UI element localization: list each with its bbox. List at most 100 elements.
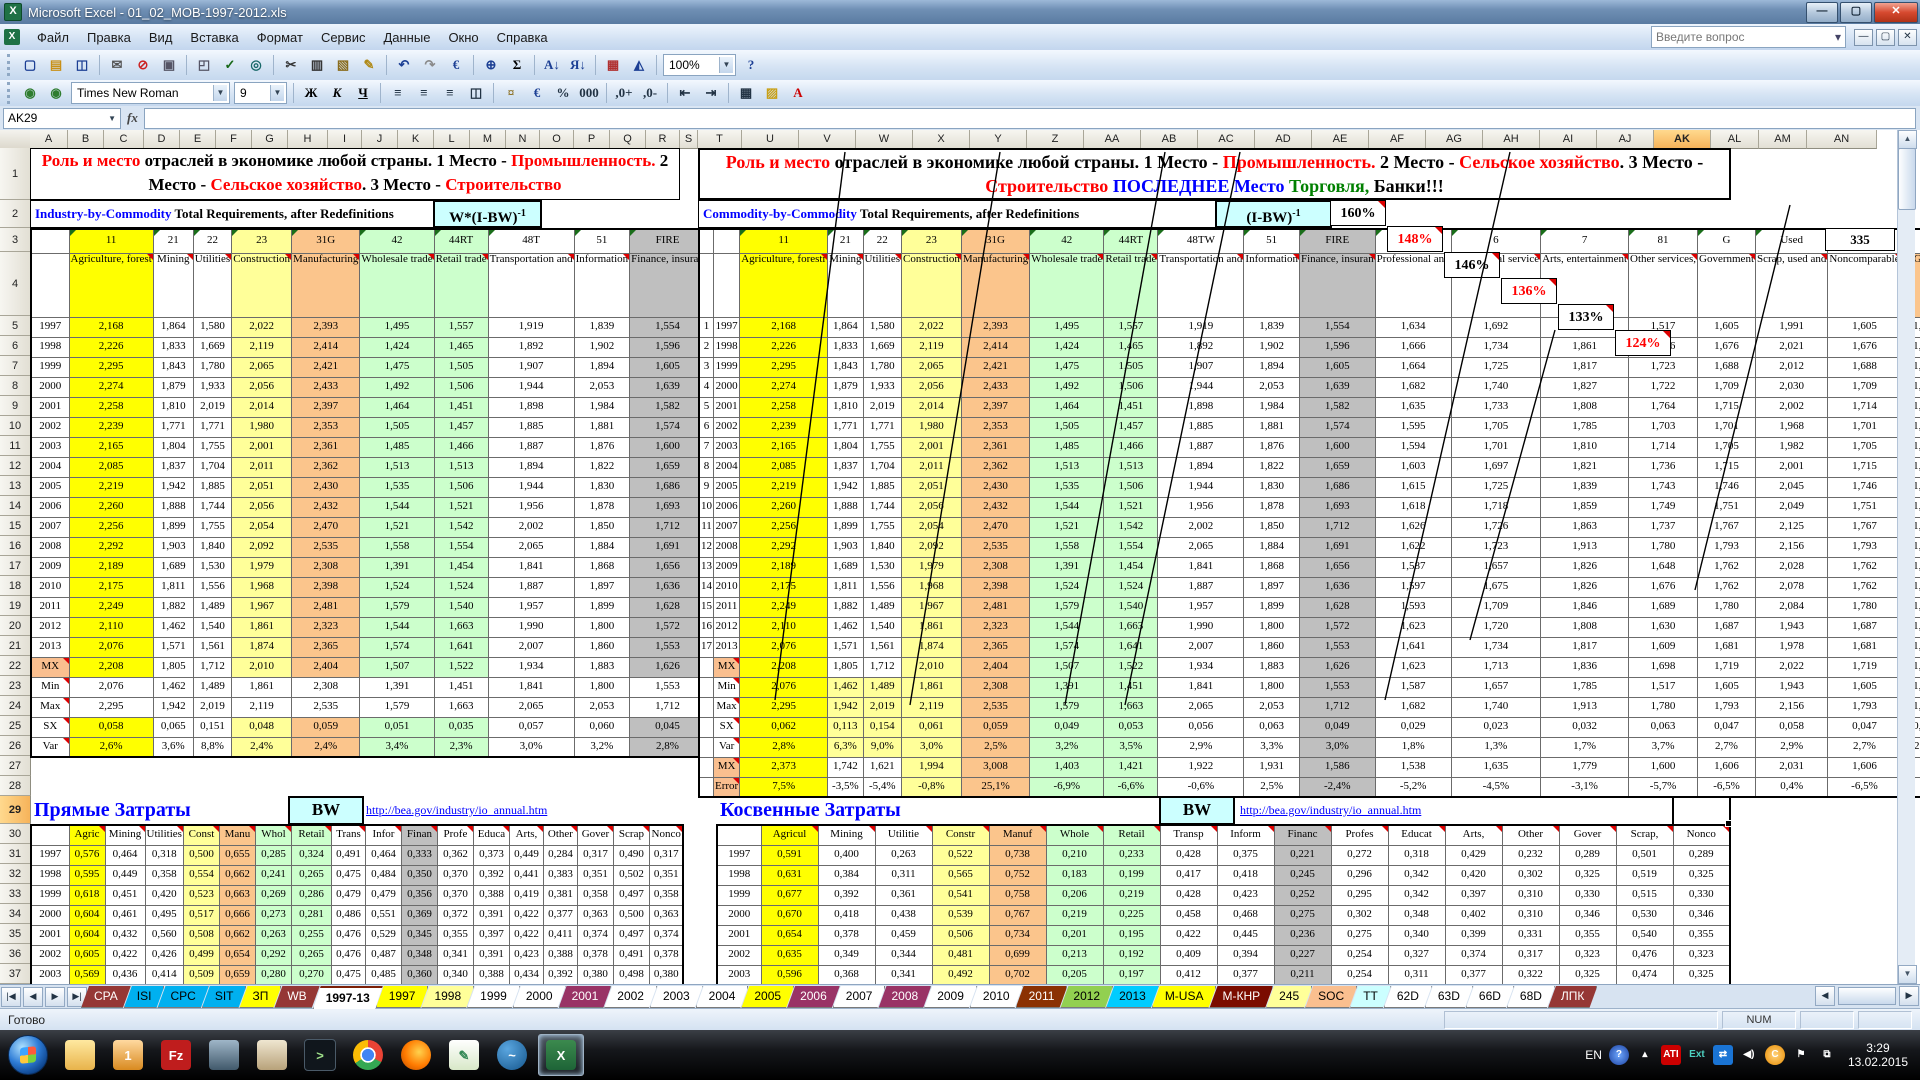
cell[interactable]: 1,572 [630, 617, 706, 637]
cell[interactable]: 0,380 [577, 965, 613, 984]
workbook-minimize-button[interactable]: — [1854, 29, 1873, 46]
cell[interactable]: 1,715 [1698, 457, 1756, 477]
cell[interactable]: 0,423 [1217, 885, 1274, 905]
col-name[interactable]: Finance, insuran [630, 253, 706, 317]
cell[interactable]: 0,211 [1274, 965, 1331, 984]
cell[interactable]: 1,464 [1030, 397, 1104, 417]
cell[interactable]: 1,593 [1375, 597, 1451, 617]
column-header-U[interactable]: U [742, 130, 799, 149]
cell[interactable]: 1,882 [153, 597, 193, 617]
row-header-10[interactable]: 10 [0, 416, 31, 436]
cell[interactable]: 1,595 [1375, 417, 1451, 437]
cell[interactable]: 1,626 [1375, 517, 1451, 537]
col-code-31G[interactable]: 31G [961, 229, 1029, 253]
row-header-14[interactable]: 14 [0, 496, 31, 516]
cell[interactable]: 0,476 [331, 945, 365, 965]
cell[interactable]: 1,780 [1629, 697, 1698, 717]
sort-descending-icon[interactable]: Я↓ [566, 53, 590, 77]
scrollbar-thumb[interactable] [1838, 987, 1896, 1005]
sheet-tab-2005[interactable]: 2005 [741, 986, 794, 1008]
sheet-tab-ЛПК[interactable]: ЛПК [1548, 986, 1598, 1008]
cell[interactable]: 0,341 [437, 945, 473, 965]
cell[interactable]: 1,980 [232, 417, 292, 437]
cell[interactable]: 2,053 [574, 377, 630, 397]
cell[interactable]: 1,907 [1158, 357, 1244, 377]
cell[interactable]: 0,061 [902, 717, 962, 737]
sheet-tab-2000[interactable]: 2000 [513, 986, 566, 1008]
cell[interactable]: 1,626 [630, 657, 706, 677]
help-tray-icon[interactable]: ? [1609, 1045, 1629, 1065]
increase-indent-icon[interactable]: ⇥ [699, 81, 723, 105]
cell[interactable]: 0,565 [932, 865, 989, 885]
col-code-Other[interactable]: Other [543, 825, 577, 845]
row-header-24[interactable]: 24 [0, 696, 31, 716]
cell[interactable]: 1,839 [1541, 477, 1629, 497]
cell[interactable]: 1,740 [1451, 377, 1540, 397]
cell[interactable]: 1,771 [193, 417, 231, 437]
cell[interactable]: 1,957 [488, 597, 574, 617]
cell[interactable]: 0,459 [875, 925, 932, 945]
euro-converter-icon[interactable]: € [444, 53, 468, 77]
cell[interactable]: 1,898 [488, 397, 574, 417]
minimize-button[interactable]: — [1806, 2, 1838, 23]
col-code-42[interactable]: 42 [1030, 229, 1104, 253]
sheet-tab-2008[interactable]: 2008 [878, 986, 931, 1008]
cell[interactable]: 1,811 [153, 577, 193, 597]
col-code-Profes[interactable]: Profes [1331, 825, 1388, 845]
cell[interactable]: 2,002 [488, 517, 574, 537]
col-code-Financ[interactable]: Financ [1274, 825, 1331, 845]
cell[interactable]: 1,833 [153, 337, 193, 357]
cell[interactable] [714, 253, 740, 317]
cell[interactable]: 1,506 [434, 377, 488, 397]
cell[interactable]: 1,558 [1030, 537, 1104, 557]
col-code-Utilitie[interactable]: Utilitie [875, 825, 932, 845]
cell[interactable]: 2,053 [574, 697, 630, 717]
cell[interactable]: 1,556 [863, 577, 901, 597]
cell[interactable]: 1,579 [1030, 597, 1104, 617]
cell[interactable]: 1,571 [828, 637, 863, 657]
year-cell[interactable]: 2008 [714, 537, 740, 557]
action-center-flag-icon[interactable]: ⚑ [1791, 1045, 1811, 1065]
cell[interactable]: 1,489 [863, 677, 901, 697]
cell[interactable]: 2,051 [902, 477, 962, 497]
cell[interactable]: 1,713 [1451, 657, 1540, 677]
cell[interactable]: 1,391 [1030, 557, 1104, 577]
editor-icon[interactable]: ✎ [442, 1035, 486, 1075]
cell[interactable]: 1,462 [153, 617, 193, 637]
cell[interactable]: 1,606 [1828, 757, 1901, 777]
cell[interactable]: 1,666 [1375, 337, 1451, 357]
cell[interactable]: 1,749 [1629, 497, 1698, 517]
cell[interactable]: 0,539 [932, 905, 989, 925]
cell[interactable]: 0,325 [1559, 865, 1616, 885]
cell[interactable]: 1,751 [1698, 497, 1756, 517]
cell[interactable]: 1,524 [1030, 577, 1104, 597]
cell[interactable]: 0,666 [219, 905, 255, 925]
cell[interactable]: 2,8% [630, 737, 706, 757]
cell[interactable]: 0,426 [145, 945, 183, 965]
cell[interactable]: 1,391 [360, 557, 434, 577]
column-header-Z[interactable]: Z [1027, 130, 1084, 149]
cell[interactable]: 1,979 [232, 557, 292, 577]
col-code-Scrap,[interactable]: Scrap, [1616, 825, 1673, 845]
year-cell[interactable]: 2003 [717, 965, 761, 984]
column-header-AH[interactable]: AH [1483, 130, 1540, 149]
currency-icon[interactable]: ¤ [499, 81, 523, 105]
col-name[interactable]: Mining [828, 253, 863, 317]
cell[interactable]: 1,657 [1451, 557, 1540, 577]
cell[interactable]: 2,292 [740, 537, 828, 557]
excel-icon[interactable]: X [538, 1034, 584, 1076]
cell[interactable]: 0,302 [1331, 905, 1388, 925]
cell[interactable]: 1,899 [828, 517, 863, 537]
cell[interactable]: 1,883 [1244, 657, 1300, 677]
col-code-Arts,[interactable]: Arts, [1445, 825, 1502, 845]
year-cell[interactable]: 2001 [31, 925, 69, 945]
cell[interactable]: 0,323 [1559, 945, 1616, 965]
cell[interactable]: -3,1% [1541, 777, 1629, 797]
cell[interactable]: 1,805 [828, 657, 863, 677]
cell[interactable]: 2,481 [292, 597, 360, 617]
cell[interactable]: 0,057 [488, 717, 574, 737]
cell[interactable]: 1,913 [1541, 537, 1629, 557]
cell[interactable]: 2,030 [1756, 377, 1828, 397]
cell[interactable]: 2,393 [961, 317, 1029, 337]
cell[interactable]: 2,021 [1756, 337, 1828, 357]
